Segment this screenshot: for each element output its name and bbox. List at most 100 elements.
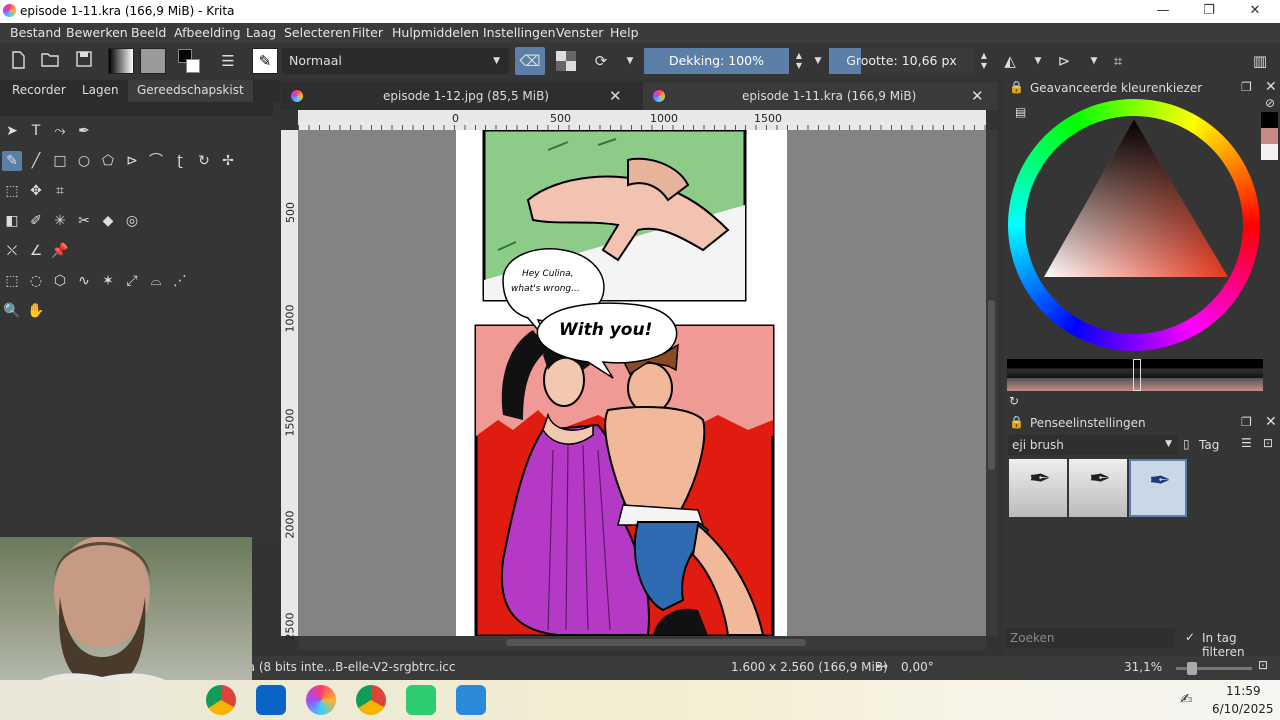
- fill-tool-icon[interactable]: ◆: [98, 211, 118, 231]
- freehand-brush-tool-icon[interactable]: ✎: [2, 151, 22, 171]
- menu-laag[interactable]: Laag: [246, 25, 276, 40]
- paint-taskbar-icon[interactable]: [456, 685, 486, 715]
- rectangle-tool-icon[interactable]: □: [50, 151, 70, 171]
- tab-lagen[interactable]: Lagen: [82, 83, 119, 97]
- menu-afbeelding[interactable]: Afbeelding: [174, 25, 241, 40]
- app-taskbar-icon[interactable]: [406, 685, 436, 715]
- view-options-icon[interactable]: ⊡: [1263, 436, 1273, 450]
- crop-tool-icon[interactable]: ⌗: [50, 181, 70, 201]
- preset-search-input[interactable]: Zoeken: [1005, 628, 1175, 648]
- vertical-scroll-thumb[interactable]: [988, 300, 995, 470]
- foreground-background-color-icon[interactable]: [176, 49, 204, 73]
- horizontal-scrollbar[interactable]: [298, 636, 986, 650]
- swatch-black[interactable]: [1261, 112, 1278, 128]
- canvas-area[interactable]: Hey Culina, what's wrong... With you!: [298, 130, 986, 636]
- text-tool-icon[interactable]: T: [26, 121, 46, 141]
- zoom-tool-icon[interactable]: 🔍: [2, 301, 22, 321]
- assistant-tool-icon[interactable]: ⛌: [2, 241, 22, 261]
- brush-presets-icon[interactable]: ☰: [218, 51, 238, 71]
- pan-tool-icon[interactable]: ✋: [26, 301, 46, 321]
- enclose-fill-tool-icon[interactable]: ◎: [122, 211, 142, 231]
- tab-recorder[interactable]: Recorder: [12, 83, 66, 97]
- close-tab-icon[interactable]: ✕: [609, 82, 622, 110]
- polyline-tool-icon[interactable]: ⊳: [122, 151, 142, 171]
- multibrush-tool-icon[interactable]: ✢: [218, 151, 238, 171]
- reload-preset-icon[interactable]: ⟳: [591, 51, 611, 71]
- krita-taskbar-icon[interactable]: [306, 685, 336, 715]
- saturation-value-triangle[interactable]: [1041, 119, 1231, 279]
- opacity-spin-arrows-icon[interactable]: ▲ ▼: [789, 51, 809, 71]
- bezier-tool-icon[interactable]: ⌒: [146, 151, 166, 171]
- tag-icon[interactable]: ▯: [1183, 437, 1190, 451]
- close-window-button[interactable]: ✕: [1232, 0, 1278, 23]
- preset-tag-dropdown[interactable]: eji brush ▼: [1008, 435, 1178, 455]
- reset-colors-icon[interactable]: ⊘: [1265, 96, 1275, 110]
- workspace-chooser-icon[interactable]: ▥: [1250, 51, 1270, 71]
- chevron-down-icon[interactable]: ▼: [620, 51, 640, 71]
- wrap-around-icon[interactable]: ⌗: [1108, 51, 1128, 71]
- menu-selecteren[interactable]: Selecteren: [284, 25, 351, 40]
- zoom-value[interactable]: 31,1%: [1124, 660, 1162, 674]
- fit-view-icon[interactable]: ⊡: [1258, 658, 1268, 672]
- size-spin-arrows-icon[interactable]: ▲ ▼: [974, 51, 994, 71]
- similar-color-selection-tool-icon[interactable]: ⤢: [122, 271, 142, 291]
- restore-button[interactable]: ❐: [1186, 0, 1232, 23]
- outlook-taskbar-icon[interactable]: [256, 685, 286, 715]
- float-dock-icon[interactable]: ❐: [1241, 415, 1252, 429]
- open-document-icon[interactable]: [40, 51, 60, 71]
- freehand-selection-tool-icon[interactable]: ∿: [74, 271, 94, 291]
- smart-patch-tool-icon[interactable]: ✳: [50, 211, 70, 231]
- color-selector-menu-icon[interactable]: ▤: [1015, 105, 1026, 119]
- transform-tool-icon[interactable]: ⬚: [2, 181, 22, 201]
- filter-in-tag-checkbox[interactable]: ✓: [1185, 630, 1195, 644]
- reference-images-tool-icon[interactable]: 📌: [50, 241, 70, 261]
- select-shapes-tool-icon[interactable]: ➤: [2, 121, 22, 141]
- float-dock-icon[interactable]: ❐: [1241, 80, 1252, 94]
- menu-instellingen[interactable]: Instellingen: [483, 25, 556, 40]
- swatch-white[interactable]: [1261, 144, 1278, 160]
- document-tab-2[interactable]: episode 1-11.kra (166,9 MiB) ✕: [643, 82, 998, 110]
- move-tool-icon[interactable]: ✥: [26, 181, 46, 201]
- close-tab-icon[interactable]: ✕: [971, 82, 984, 110]
- measure-tool-icon[interactable]: ∠: [26, 241, 46, 261]
- menu-venster[interactable]: Venster: [556, 25, 603, 40]
- chrome-profile-taskbar-icon[interactable]: [356, 685, 386, 715]
- tab-gereedschapskist[interactable]: Gereedschapskist: [128, 80, 253, 102]
- blend-mode-dropdown[interactable]: Normaal ▼: [282, 48, 509, 74]
- close-dock-icon[interactable]: ✕: [1265, 79, 1277, 95]
- menu-icon[interactable]: ☰: [1241, 436, 1252, 450]
- brush-tool-icon[interactable]: ✎: [252, 48, 278, 74]
- size-slider[interactable]: Grootte: 10,66 px: [829, 48, 974, 74]
- elliptical-selection-tool-icon[interactable]: ◌: [26, 271, 46, 291]
- refresh-icon[interactable]: ↻: [1009, 394, 1019, 408]
- preserve-alpha-icon[interactable]: [556, 51, 576, 71]
- pattern-preset-icon[interactable]: [140, 48, 166, 74]
- new-document-icon[interactable]: [8, 51, 28, 71]
- save-icon[interactable]: [74, 51, 94, 71]
- colorize-mask-tool-icon[interactable]: ✂: [74, 211, 94, 231]
- chrome-taskbar-icon[interactable]: [206, 685, 236, 715]
- color-sliders[interactable]: [1007, 359, 1263, 391]
- menu-bewerken[interactable]: Bewerken: [66, 25, 128, 40]
- vertical-scrollbar[interactable]: [986, 130, 998, 636]
- brush-preset-2[interactable]: ✒: [1069, 459, 1127, 517]
- clock-date[interactable]: 6/10/2025: [1212, 702, 1274, 716]
- magnetic-selection-tool-icon[interactable]: ⋰: [170, 271, 190, 291]
- minimize-button[interactable]: —: [1140, 0, 1186, 23]
- tag-button-label[interactable]: Tag: [1199, 438, 1219, 452]
- bezier-selection-tool-icon[interactable]: ⌓: [146, 271, 166, 291]
- lock-icon[interactable]: 🔒: [1009, 80, 1024, 94]
- menu-filter[interactable]: Filter: [352, 25, 383, 40]
- edit-shapes-tool-icon[interactable]: ⤳: [50, 121, 70, 141]
- clock-time[interactable]: 11:59: [1226, 684, 1261, 698]
- polygon-tool-icon[interactable]: ⬠: [98, 151, 118, 171]
- menu-hulpmiddelen[interactable]: Hulpmiddelen: [392, 25, 479, 40]
- brush-preset-1[interactable]: ✒: [1009, 459, 1067, 517]
- contiguous-selection-tool-icon[interactable]: ✶: [98, 271, 118, 291]
- gradient-preset-icon[interactable]: [108, 48, 134, 74]
- close-dock-icon[interactable]: ✕: [1265, 414, 1277, 430]
- brush-preset-3-selected[interactable]: ✒: [1129, 459, 1187, 517]
- swatch-rose[interactable]: [1261, 128, 1278, 144]
- chevron-down-icon[interactable]: ▼: [808, 51, 828, 71]
- gradient-tool-icon[interactable]: ◧: [2, 211, 22, 231]
